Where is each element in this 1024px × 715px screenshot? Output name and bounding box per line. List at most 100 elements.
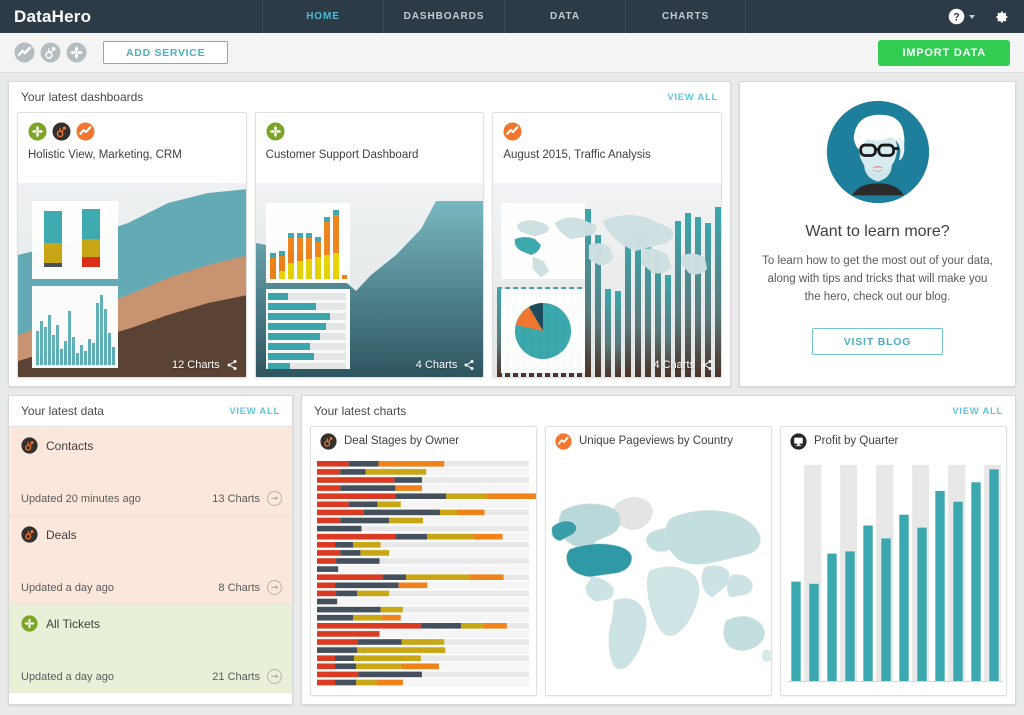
share-icon[interactable] — [226, 359, 238, 371]
data-item-title-row: Contacts — [21, 437, 280, 454]
zendesk-icon — [21, 615, 38, 632]
hubspot-icon[interactable] — [40, 42, 61, 63]
data-list-item[interactable]: Deals Updated a day ago 8 Charts ➞ — [9, 515, 292, 604]
data-item-charts-count: 13 Charts — [212, 492, 260, 505]
visit-blog-button[interactable]: VISIT BLOG — [812, 328, 943, 356]
brand-name: DataHero — [14, 6, 92, 26]
google-analytics-icon — [503, 122, 522, 141]
data-item-open-arrow-icon[interactable]: ➞ — [267, 580, 282, 595]
google-analytics-icon — [76, 122, 95, 141]
row-dashboards: Your latest dashboards VIEW ALL Holistic… — [8, 81, 1016, 387]
world-map-svg — [546, 455, 771, 695]
dashboard-card[interactable]: August 2015, Traffic Analysis 4 Charts — [492, 112, 723, 378]
toolbar: ADD SERVICE IMPORT DATA — [0, 33, 1024, 73]
dashboard-preview-area-chart — [18, 183, 246, 377]
hero-avatar-illustration — [826, 100, 929, 204]
chart-card-title: Unique Pageviews by Country — [579, 435, 734, 447]
data-item-updated: Updated 20 minutes ago — [21, 492, 141, 505]
tab-dashboards[interactable]: DASHBOARDS — [383, 0, 504, 33]
page-body: Your latest dashboards VIEW ALL Holistic… — [0, 73, 1024, 713]
chevron-down-icon — [969, 14, 975, 19]
settings-button[interactable] — [992, 8, 1010, 26]
zendesk-icon — [266, 122, 285, 141]
dashboard-card-header: Customer Support Dashboard — [256, 113, 484, 183]
data-item-updated: Updated a day ago — [21, 670, 114, 683]
google-analytics-icon — [555, 432, 572, 450]
connected-services — [14, 42, 87, 63]
deal-stages-svg — [311, 455, 536, 695]
hubspot-icon — [52, 122, 71, 141]
hubspot-icon — [21, 526, 38, 543]
dashboard-card-services — [503, 122, 711, 141]
charts-view-all-link[interactable]: VIEW ALL — [952, 406, 1003, 417]
tab-home[interactable]: HOME — [262, 0, 383, 33]
data-item-name: All Tickets — [46, 616, 101, 631]
chart-card-header: Deal Stages by Owner — [311, 427, 536, 455]
dashboard-charts-count-wrap: 4 Charts — [653, 359, 713, 371]
data-item-footer: Updated a day ago 8 Charts ➞ — [21, 580, 282, 595]
promo-title: Want to learn more? — [805, 223, 950, 240]
dashboard-charts-count: 4 Charts — [415, 359, 458, 371]
chart-card-title: Deal Stages by Owner — [344, 435, 460, 447]
data-item-charts-count: 21 Charts — [212, 670, 260, 683]
hubspot-icon — [320, 432, 337, 450]
profit-quarter-svg — [781, 455, 1006, 695]
chart-card[interactable]: Deal Stages by Owner — [310, 426, 537, 696]
dashboard-charts-count-wrap: 12 Charts — [172, 359, 238, 371]
google-analytics-icon[interactable] — [14, 42, 35, 63]
brand-logo[interactable]: DataHero — [0, 0, 262, 33]
data-item-title-row: Deals — [21, 526, 280, 543]
data-item-name: Contacts — [46, 438, 94, 453]
chart-preview-stacked-bar — [311, 455, 536, 695]
latest-charts-panel: Your latest charts VIEW ALL Deal Stages … — [301, 395, 1016, 705]
latest-dashboards-header: Your latest dashboards VIEW ALL — [9, 82, 730, 112]
chart-preview-choropleth-map — [546, 455, 771, 695]
dashboard-card-header: Holistic View, Marketing, CRM — [18, 113, 246, 183]
dashboard-charts-count: 12 Charts — [171, 359, 220, 371]
learn-more-panel: Want to learn more? To learn how to get … — [739, 81, 1016, 387]
zendesk-icon[interactable] — [66, 42, 87, 63]
data-item-charts-count: 8 Charts — [218, 581, 260, 594]
dashboard-card-title: Customer Support Dashboard — [265, 149, 419, 161]
dashboard-card-title: Holistic View, Marketing, CRM — [28, 149, 182, 161]
data-item-title-row: All Tickets — [21, 615, 280, 632]
tab-charts[interactable]: CHARTS — [625, 0, 746, 33]
latest-dashboards-title: Your latest dashboards — [21, 90, 144, 104]
dashboard-card-header: August 2015, Traffic Analysis — [493, 113, 721, 183]
latest-data-title: Your latest data — [21, 404, 104, 418]
latest-data-panel: Your latest data VIEW ALL Contacts Updat… — [8, 395, 293, 705]
svg-text:?: ? — [953, 11, 959, 23]
chart-card-header: Unique Pageviews by Country — [546, 427, 771, 455]
data-item-charts-wrap: 8 Charts ➞ — [218, 580, 282, 595]
data-list-item[interactable]: All Tickets Updated a day ago 21 Charts … — [9, 604, 292, 693]
dashboard-card[interactable]: Holistic View, Marketing, CRM 12 Charts — [17, 112, 247, 378]
dashboard-preview-bar-chart — [493, 183, 722, 377]
dashboard-cards: Holistic View, Marketing, CRM 12 Charts … — [9, 112, 730, 386]
dashboard-card-services — [28, 122, 236, 141]
nav-tabs: HOME DASHBOARDS DATA CHARTS — [262, 0, 948, 33]
import-data-button[interactable]: IMPORT DATA — [878, 39, 1010, 66]
chart-cards: Deal Stages by Owner Unique Pageviews by… — [302, 426, 1015, 704]
data-item-open-arrow-icon[interactable]: ➞ — [267, 669, 282, 684]
dashboard-charts-count: 4 Charts — [653, 359, 696, 371]
dashboard-card[interactable]: Customer Support Dashboard 4 Charts — [254, 112, 485, 378]
latest-dashboards-panel: Your latest dashboards VIEW ALL Holistic… — [8, 81, 731, 387]
chart-card[interactable]: Unique Pageviews by Country — [545, 426, 772, 696]
spreadsheet-icon — [790, 432, 807, 450]
data-item-charts-wrap: 13 Charts ➞ — [212, 491, 282, 506]
chart-card[interactable]: Profit by Quarter — [780, 426, 1007, 696]
gear-icon — [996, 11, 1008, 23]
add-service-button[interactable]: ADD SERVICE — [103, 41, 229, 64]
dashboards-view-all-link[interactable]: VIEW ALL — [667, 92, 718, 103]
tab-data[interactable]: DATA — [504, 0, 625, 33]
data-item-footer: Updated a day ago 21 Charts ➞ — [21, 669, 282, 684]
data-item-open-arrow-icon[interactable]: ➞ — [267, 491, 282, 506]
latest-charts-header: Your latest charts VIEW ALL — [302, 396, 1015, 426]
data-list-item[interactable]: Contacts Updated 20 minutes ago 13 Chart… — [9, 426, 292, 515]
data-view-all-link[interactable]: VIEW ALL — [229, 406, 280, 417]
help-menu[interactable]: ? — [948, 8, 975, 25]
share-icon[interactable] — [463, 359, 475, 371]
dashboard-card-services — [266, 122, 474, 141]
dashboard-thumbnail: 12 Charts — [18, 183, 246, 377]
share-icon[interactable] — [701, 359, 713, 371]
